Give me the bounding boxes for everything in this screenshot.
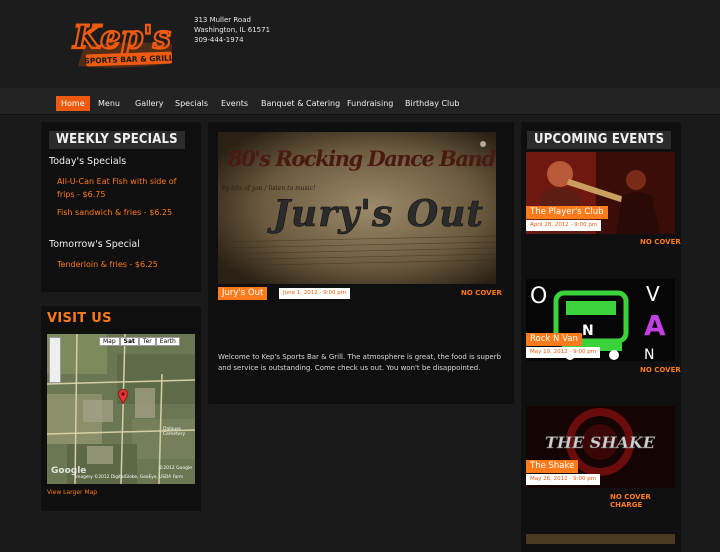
logo-name: Kep's [72, 18, 171, 56]
location-pin-icon[interactable] [118, 389, 128, 404]
weekly-specials-panel: WEEKLY SPECIALS Today's Specials All-U-C… [41, 122, 201, 292]
event-date-the-shake: May 26, 2012 - 9:00 pm [526, 474, 601, 485]
special-item: Fish sandwich & fries - $6.25 [57, 208, 173, 217]
map-tab-satellite[interactable]: Sat [119, 337, 139, 346]
featured-event-banner[interactable]: 80's Rocking Dance Band by lots of you /… [218, 132, 496, 284]
banner-small-text: by lots of you / listen to music! [222, 185, 316, 192]
banner-band-name: Jury's Out [267, 193, 483, 235]
nav-specials[interactable]: Specials [170, 96, 213, 111]
svg-text:V: V [646, 282, 660, 306]
featured-event-name[interactable]: Jury's Out [218, 287, 268, 300]
address-city: Washington, IL 61571 [194, 26, 271, 34]
visit-us-panel: VISIT US Map Sat Ter Earth Dalouss Cemet… [41, 306, 201, 511]
nav-gallery[interactable]: Gallery [130, 96, 169, 111]
address-street: 313 Muller Road [194, 16, 251, 24]
event-date-rock-n-van: May 19, 2012 - 9:00 pm [526, 347, 601, 358]
event-name-rock-n-van[interactable]: Rock N Van [526, 333, 582, 346]
event-cover-players-club: NO COVER [640, 238, 681, 246]
map-tab-map[interactable]: Map [99, 337, 120, 346]
featured-event-date: June 1, 2012 - 9:00 pm [279, 288, 351, 299]
map-tab-earth[interactable]: Earth [155, 337, 180, 346]
nav-birthday-club[interactable]: Birthday Club [400, 96, 464, 111]
header: Kep's SPORTS BAR & GRILL 313 Muller Road… [0, 0, 720, 88]
nav-events[interactable]: Events [216, 96, 253, 111]
svg-text:A: A [644, 309, 666, 342]
todays-specials-heading: Today's Specials [49, 156, 127, 167]
upcoming-events-panel: UPCOMING EVENTS The Player's Club April … [521, 122, 681, 552]
view-larger-map-link[interactable]: View Larger Map [47, 489, 97, 496]
svg-text:N: N [582, 323, 594, 339]
visit-us-title: VISIT US [47, 311, 112, 326]
map-place-label: Dalouss Cemetery [163, 427, 186, 437]
upcoming-events-title: UPCOMING EVENTS [527, 131, 672, 149]
event-photo-next[interactable] [526, 534, 675, 544]
map-copyright: ©2012 Google [158, 466, 192, 471]
welcome-text: Welcome to Kep's Sports Bar & Grill. The… [218, 353, 502, 372]
svg-text:O: O [530, 284, 547, 309]
svg-text:N: N [644, 347, 654, 361]
map-type-tabs: Map Sat Ter Earth [99, 337, 180, 346]
map-satellite-image [47, 334, 195, 484]
nav-menu[interactable]: Menu [93, 96, 125, 111]
nav-home[interactable]: Home [56, 96, 90, 111]
address-block: 313 Muller Road Washington, IL 61571 309… [194, 15, 270, 45]
event-name-the-shake[interactable]: The Shake [526, 460, 579, 473]
nav-banquet-catering[interactable]: Banquet & Catering [256, 96, 345, 111]
featured-event-cover: NO COVER [461, 289, 502, 297]
event-date-players-club: April 28, 2012 - 9:00 pm [526, 220, 602, 231]
phone-number: 309-444-1974 [194, 36, 244, 44]
special-item: All-U-Can Eat Fish with side of frips - … [57, 177, 177, 199]
featured-event-panel: 80's Rocking Dance Band by lots of you /… [208, 122, 514, 404]
map-zoom-control[interactable] [49, 337, 61, 383]
event-name-players-club[interactable]: The Player's Club [526, 206, 608, 219]
special-item: Tenderloin & fries - $6.25 [57, 260, 158, 269]
event-cover-rock-n-van: NO COVER [640, 366, 681, 374]
keps-logo[interactable]: Kep's SPORTS BAR & GRILL [70, 10, 178, 78]
the-shake-logo: THE SHAKE [545, 433, 656, 452]
location-map[interactable]: Map Sat Ter Earth Dalouss Cemetery Googl… [47, 334, 195, 484]
nav-fundraising[interactable]: Fundraising [342, 96, 398, 111]
weekly-specials-title: WEEKLY SPECIALS [49, 131, 185, 149]
banner-tagline: 80's Rocking Dance Band [227, 146, 496, 171]
main-nav: Home Menu Gallery Specials Events Banque… [0, 88, 720, 115]
event-cover-the-shake: NO COVER CHARGE [610, 493, 651, 509]
map-tab-terrain[interactable]: Ter [138, 337, 156, 346]
map-imagery-credits: Imagery ©2012 DigitalGlobe, GeoEye, USDA… [75, 475, 184, 480]
tomorrows-special-heading: Tomorrow's Special [49, 239, 140, 250]
